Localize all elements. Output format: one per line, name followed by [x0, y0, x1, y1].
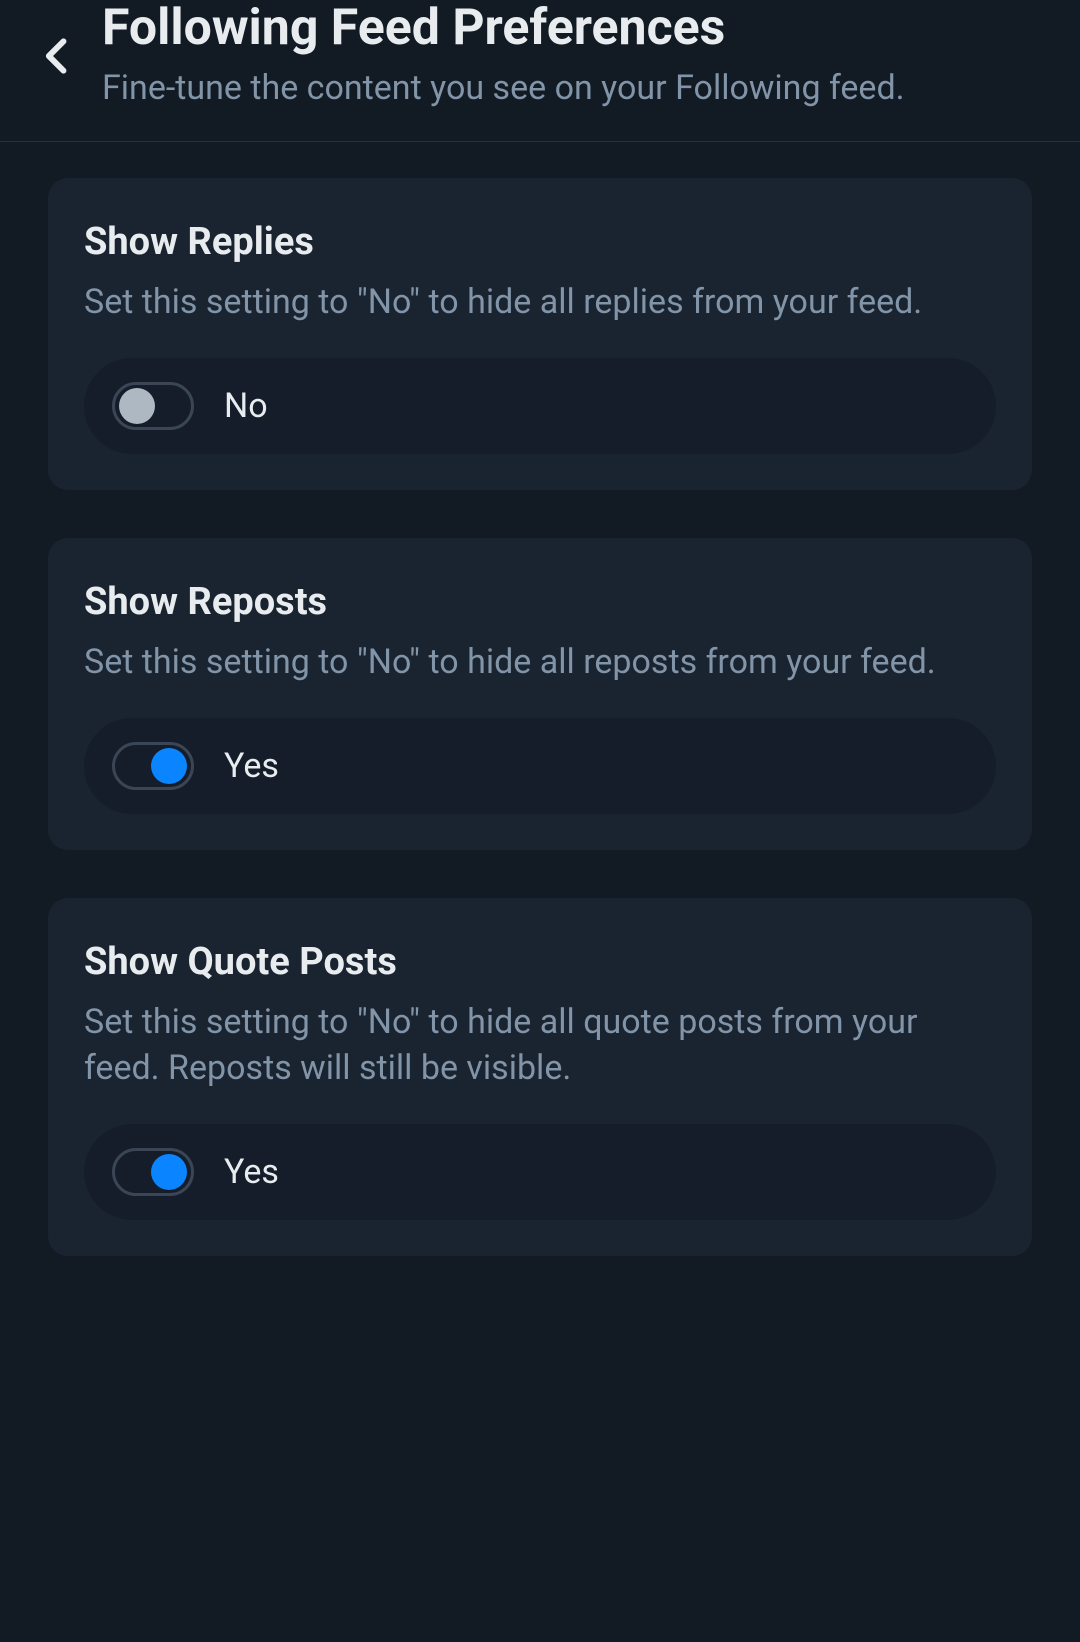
toggle-show-replies[interactable]: No: [84, 358, 996, 454]
setting-description: Set this setting to "No" to hide all rep…: [84, 280, 996, 326]
toggle-track: [112, 742, 194, 790]
setting-title: Show Quote Posts: [84, 940, 996, 984]
setting-description: Set this setting to "No" to hide all quo…: [84, 1000, 996, 1092]
setting-card-show-replies: Show Replies Set this setting to "No" to…: [48, 178, 1032, 490]
toggle-state-label: No: [224, 386, 268, 426]
toggle-show-quote-posts[interactable]: Yes: [84, 1124, 996, 1220]
toggle-state-label: Yes: [224, 746, 279, 786]
page-header: Following Feed Preferences Fine-tune the…: [0, 0, 1080, 142]
toggle-track: [112, 382, 194, 430]
toggle-knob: [119, 388, 155, 424]
page-title: Following Feed Preferences: [102, 0, 1040, 58]
setting-title: Show Reposts: [84, 580, 996, 624]
toggle-track: [112, 1148, 194, 1196]
setting-card-show-quote-posts: Show Quote Posts Set this setting to "No…: [48, 898, 1032, 1256]
page-subtitle: Fine-tune the content you see on your Fo…: [102, 66, 1040, 112]
toggle-state-label: Yes: [224, 1152, 279, 1192]
toggle-knob: [151, 1154, 187, 1190]
setting-description: Set this setting to "No" to hide all rep…: [84, 640, 996, 686]
setting-title: Show Replies: [84, 220, 996, 264]
setting-card-show-reposts: Show Reposts Set this setting to "No" to…: [48, 538, 1032, 850]
toggle-knob: [151, 748, 187, 784]
back-button[interactable]: [36, 36, 80, 80]
chevron-left-icon: [36, 34, 80, 82]
settings-list: Show Replies Set this setting to "No" to…: [0, 142, 1080, 1256]
toggle-show-reposts[interactable]: Yes: [84, 718, 996, 814]
